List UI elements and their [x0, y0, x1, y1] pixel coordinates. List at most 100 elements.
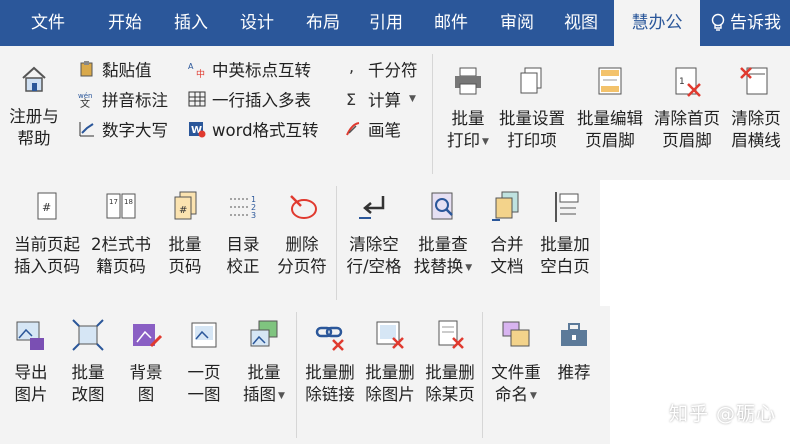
- tab-review[interactable]: 审阅: [484, 0, 550, 46]
- eraser-icon: [290, 195, 317, 219]
- recommend-button[interactable]: 推荐: [548, 318, 600, 384]
- toolbox-icon: [561, 323, 587, 346]
- svg-text:17: 17: [109, 198, 118, 206]
- tell-me-search[interactable]: 告诉我: [710, 0, 790, 46]
- batch-page-number-button[interactable]: # 批量 页码: [160, 190, 210, 278]
- merge-documents-button[interactable]: 合并 文档: [482, 190, 532, 278]
- delete-page-break-label: 删除 分页符: [277, 235, 327, 276]
- batch-find-replace-button[interactable]: 批量查 找替换 ▼: [408, 190, 478, 279]
- merge-docs-icon: [492, 191, 519, 221]
- batch-insert-images-label: 批量 插图 ▼: [243, 363, 285, 404]
- export-images-button[interactable]: 导出 图片: [8, 318, 54, 406]
- group-separator: [482, 312, 483, 438]
- resize-image-icon: [72, 319, 104, 351]
- watermark-text: 知乎 @砺心: [668, 403, 776, 425]
- svg-text:Σ: Σ: [346, 90, 356, 108]
- add-blank-page-button[interactable]: 批量加 空白页: [534, 190, 596, 278]
- svg-text:文: 文: [80, 97, 90, 108]
- chevron-down-icon: ▼: [465, 262, 473, 273]
- batch-edit-header-button[interactable]: 批量编辑 页眉脚: [572, 64, 648, 152]
- batch-delete-pages-button[interactable]: 批量删 除某页: [420, 318, 480, 406]
- clear-header-line-label: 清除页 眉横线: [731, 109, 781, 150]
- background-image-icon: [133, 324, 163, 348]
- pinyin-icon: wén文: [78, 92, 92, 108]
- home-icon: [22, 66, 46, 92]
- tab-home[interactable]: 开始: [92, 0, 158, 46]
- header-edit-icon: [598, 67, 622, 95]
- batch-print-settings-label: 批量设置 打印项: [499, 109, 565, 150]
- punctuation-convert-button[interactable]: A中 中英标点互转: [188, 56, 311, 82]
- tell-me-label: 告诉我: [730, 13, 781, 33]
- batch-delete-links-button[interactable]: 批量删 除链接: [300, 318, 360, 406]
- chevron-down-icon: ▼: [482, 136, 489, 147]
- clear-first-header-label: 清除首页 页眉脚: [654, 109, 720, 150]
- word-format-convert-button[interactable]: W word格式互转: [188, 116, 319, 142]
- clear-blank-lines-label: 清除空 行/空格: [346, 235, 402, 276]
- rename-files-label: 文件重 命名 ▼: [491, 363, 541, 404]
- table-icon: [188, 91, 206, 107]
- delete-image-icon: [376, 321, 404, 349]
- thousands-separator-button[interactable]: , 千分符: [344, 56, 418, 82]
- svg-text:中: 中: [196, 68, 205, 78]
- register-help-label: 注册与 帮助: [9, 107, 59, 148]
- batch-print-button[interactable]: 批量 打印 ▼: [440, 64, 496, 153]
- two-column-page-number-button[interactable]: 17 18 2栏式书 籍页码: [86, 190, 156, 278]
- batch-print-label: 批量 打印 ▼: [447, 109, 489, 150]
- number-uppercase-button[interactable]: 数字大写: [78, 116, 168, 142]
- tab-references[interactable]: 引用: [356, 0, 416, 46]
- pages-stack-icon: #: [174, 191, 197, 220]
- batch-resize-images-label: 批量 改图: [71, 363, 105, 404]
- one-page-one-image-label: 一页 一图: [187, 363, 221, 404]
- svg-text:1: 1: [679, 77, 685, 87]
- export-images-label: 导出 图片: [14, 363, 48, 404]
- tab-huibangong[interactable]: 慧办公: [614, 0, 700, 46]
- pinyin-button[interactable]: wén 文 拼音标注: [78, 86, 168, 112]
- batch-edit-header-label: 批量编辑 页眉脚: [577, 109, 643, 150]
- ribbon-tab-bar: 文件 开始 插入 设计 布局 引用 邮件 审阅 视图 慧办公 告诉我: [0, 0, 790, 46]
- chevron-down-icon: ▼: [530, 390, 537, 401]
- svg-text:,: ,: [349, 60, 354, 76]
- toc-correct-button[interactable]: 123 目录 校正: [216, 190, 270, 278]
- calculate-button[interactable]: Σ 计算 ▼: [344, 86, 416, 112]
- svg-text:18: 18: [124, 198, 133, 206]
- merge-documents-label: 合并 文档: [490, 235, 524, 276]
- return-arrow-icon: [359, 196, 385, 219]
- group-separator: [336, 186, 337, 300]
- batch-delete-images-button[interactable]: 批量删 除图片: [360, 318, 420, 406]
- tab-file[interactable]: 文件: [8, 0, 88, 46]
- clear-first-header-button[interactable]: 1 清除首页 页眉脚: [649, 64, 725, 152]
- batch-resize-images-button[interactable]: 批量 改图: [64, 318, 112, 406]
- tab-design[interactable]: 设计: [224, 0, 290, 46]
- convert-icon: A中: [188, 62, 205, 78]
- batch-find-replace-label: 批量查 找替换 ▼: [413, 235, 473, 276]
- tab-layout[interactable]: 布局: [290, 0, 356, 46]
- delete-page-break-button[interactable]: 删除 分页符: [272, 190, 332, 278]
- svg-text:A: A: [188, 62, 194, 71]
- batch-delete-links-label: 批量删 除链接: [305, 363, 355, 404]
- tab-view[interactable]: 视图: [550, 0, 612, 46]
- rename-files-icon: [502, 321, 530, 347]
- export-image-icon: [16, 321, 44, 350]
- tab-insert[interactable]: 插入: [158, 0, 224, 46]
- background-image-label: 背景图: [129, 363, 163, 404]
- one-page-one-image-button[interactable]: 一页 一图: [180, 318, 228, 406]
- insert-images-icon: [250, 320, 278, 347]
- clear-header-line-button[interactable]: 清除页 眉横线: [726, 64, 786, 152]
- batch-print-settings-button[interactable]: 批量设置 打印项: [494, 64, 570, 152]
- toc-correct-label: 目录 校正: [226, 235, 260, 276]
- chevron-down-icon: ▼: [278, 390, 285, 401]
- unlink-icon: [315, 326, 344, 351]
- pen-icon: [346, 122, 360, 136]
- insert-tables-button[interactable]: 一行插入多表: [188, 86, 311, 112]
- pen-button[interactable]: 画笔: [344, 116, 401, 142]
- find-replace-icon: [431, 192, 453, 220]
- register-help-button[interactable]: 注册与 帮助: [4, 62, 64, 150]
- rename-files-button[interactable]: 文件重 命名 ▼: [486, 318, 546, 407]
- two-column-page-number-label: 2栏式书 籍页码: [91, 235, 151, 276]
- tab-mailings[interactable]: 邮件: [418, 0, 484, 46]
- insert-page-number-from-current-button[interactable]: # 当前页起 插入页码: [8, 190, 86, 278]
- background-image-button[interactable]: 背景图: [122, 318, 170, 406]
- batch-insert-images-button[interactable]: 批量 插图 ▼: [236, 318, 292, 407]
- clear-blank-lines-button[interactable]: 清除空 行/空格: [342, 190, 406, 278]
- paste-value-button[interactable]: 黏贴值: [78, 56, 152, 82]
